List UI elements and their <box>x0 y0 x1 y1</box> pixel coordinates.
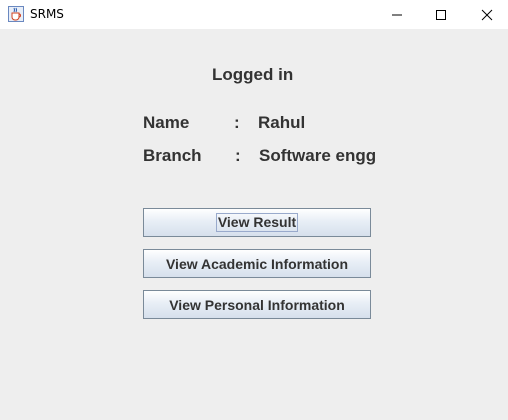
branch-separator: : <box>235 146 241 165</box>
view-academic-information-button[interactable]: View Academic Information <box>143 249 371 278</box>
minimize-icon <box>392 14 402 15</box>
view-result-button[interactable]: View Result <box>143 208 371 237</box>
view-personal-information-button[interactable]: View Personal Information <box>143 290 371 319</box>
window-title: SRMS <box>30 7 64 21</box>
minimize-button[interactable] <box>374 0 420 29</box>
maximize-button[interactable] <box>418 0 464 29</box>
name-separator: : <box>234 113 240 132</box>
name-label: Name <box>143 113 190 132</box>
close-button[interactable] <box>464 0 508 29</box>
window-titlebar[interactable]: SRMS <box>0 0 508 29</box>
view-result-label: View Result <box>215 213 299 232</box>
main-panel: Logged in Name : Rahul Branch : Software… <box>0 29 508 420</box>
page-heading: Logged in <box>212 65 294 84</box>
maximize-icon <box>436 9 446 20</box>
name-value: Rahul <box>258 113 306 132</box>
branch-value: Software engg <box>259 146 377 165</box>
java-cup-icon <box>8 6 24 22</box>
branch-label: Branch <box>143 146 202 165</box>
close-icon <box>481 9 493 20</box>
